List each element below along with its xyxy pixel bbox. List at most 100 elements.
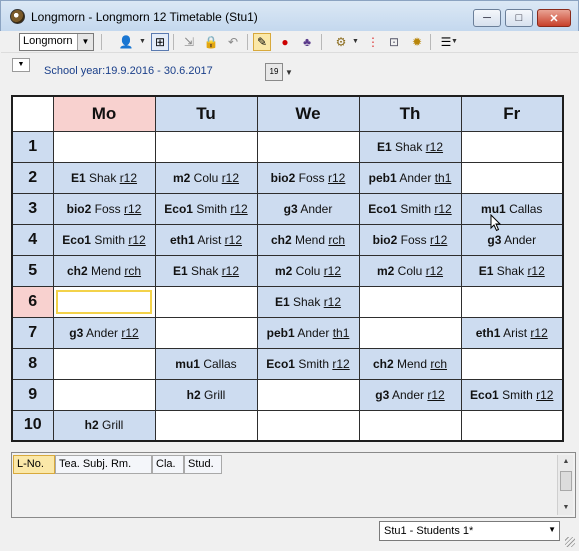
- gear-icon[interactable]: ⚙: [332, 33, 350, 51]
- chevron-down-icon[interactable]: ▼: [285, 68, 293, 77]
- lesson-cell[interactable]: E1 Shak r12: [358, 130, 462, 163]
- lesson-cell[interactable]: bio2 Foss r12: [256, 161, 360, 194]
- hour-header[interactable]: 3: [11, 192, 54, 225]
- maximize-button[interactable]: □: [505, 9, 533, 27]
- empty-cell[interactable]: [460, 285, 564, 318]
- empty-cell[interactable]: [154, 130, 258, 163]
- empty-cell[interactable]: [460, 347, 564, 380]
- lesson-cell[interactable]: eth1 Arist r12: [154, 223, 258, 256]
- collapse-toggle-icon[interactable]: ▼: [12, 58, 30, 72]
- lesson-cell[interactable]: E1 Shak r12: [154, 254, 258, 287]
- import-icon[interactable]: ⇲: [180, 33, 198, 51]
- empty-cell[interactable]: [52, 347, 156, 380]
- lock-icon[interactable]: 🔒: [202, 33, 220, 51]
- lesson-cell[interactable]: ch2 Mend rch: [52, 254, 156, 287]
- scroll-down-icon[interactable]: ▼: [559, 501, 573, 515]
- settings-icon[interactable]: ✹: [408, 33, 426, 51]
- chevron-down-icon[interactable]: ▼: [352, 38, 359, 45]
- hour-header[interactable]: 1: [11, 130, 54, 163]
- chevron-down-icon[interactable]: ▼: [77, 34, 93, 50]
- lesson-cell[interactable]: E1 Shak r12: [460, 254, 564, 287]
- resize-grip-icon[interactable]: [565, 537, 575, 547]
- lesson-cell[interactable]: g3 Ander r12: [52, 316, 156, 349]
- zoom-icon[interactable]: ⊡: [385, 33, 403, 51]
- hour-header[interactable]: 7: [11, 316, 54, 349]
- lesson-cell[interactable]: peb1 Ander th1: [256, 316, 360, 349]
- lesson-room: r12: [230, 201, 248, 216]
- empty-cell[interactable]: [154, 285, 258, 318]
- lesson-cell[interactable]: Eco1 Smith r12: [256, 347, 360, 380]
- person-icon[interactable]: 👤: [117, 33, 135, 51]
- empty-cell[interactable]: [256, 378, 360, 411]
- calendar-icon[interactable]: 19: [265, 63, 283, 81]
- empty-cell[interactable]: [460, 161, 564, 194]
- hour-header[interactable]: 6: [11, 285, 54, 318]
- scroll-up-icon[interactable]: ▲: [559, 455, 573, 469]
- column-students[interactable]: Stud.: [184, 455, 222, 474]
- timetable-cell-cursor[interactable]: [52, 285, 156, 318]
- hour-header[interactable]: 5: [11, 254, 54, 287]
- empty-cell[interactable]: [358, 285, 462, 318]
- lesson-cell[interactable]: bio2 Foss r12: [52, 192, 156, 225]
- lesson-cell[interactable]: Eco1 Smith r12: [52, 223, 156, 256]
- lesson-cell[interactable]: m2 Colu r12: [358, 254, 462, 287]
- hour-header[interactable]: 8: [11, 347, 54, 380]
- traffic-light-icon[interactable]: ⋮: [364, 33, 382, 51]
- day-header[interactable]: Mo: [52, 95, 156, 132]
- lesson-cell[interactable]: ch2 Mend rch: [358, 347, 462, 380]
- lesson-cell[interactable]: g3 Ander r12: [358, 378, 462, 411]
- lesson-cell[interactable]: bio2 Foss r12: [358, 223, 462, 256]
- column-class[interactable]: Cla.: [152, 455, 184, 474]
- hour-header[interactable]: 4: [11, 223, 54, 256]
- lesson-cell[interactable]: eth1 Arist r12: [460, 316, 564, 349]
- column-lesson-number[interactable]: L-No.: [13, 455, 55, 474]
- day-header[interactable]: We: [256, 95, 360, 132]
- lesson-cell[interactable]: mu1 Callas: [460, 192, 564, 225]
- pin-icon[interactable]: ●: [276, 33, 294, 51]
- lesson-cell[interactable]: g3 Ander: [256, 192, 360, 225]
- lesson-cell[interactable]: E1 Shak r12: [52, 161, 156, 194]
- empty-cell[interactable]: [460, 130, 564, 163]
- lesson-cell[interactable]: m2 Colu r12: [154, 161, 258, 194]
- hour-header[interactable]: 2: [11, 161, 54, 194]
- minimize-button[interactable]: ─: [473, 9, 501, 27]
- chevron-down-icon[interactable]: ▼: [548, 525, 556, 534]
- people-icon[interactable]: ♣: [298, 33, 316, 51]
- undo-icon[interactable]: ↶: [224, 33, 242, 51]
- empty-cell[interactable]: [256, 409, 360, 442]
- hour-header[interactable]: 9: [11, 378, 54, 411]
- lesson-cell[interactable]: mu1 Callas: [154, 347, 258, 380]
- close-button[interactable]: ✕: [537, 9, 571, 27]
- vertical-scrollbar[interactable]: ▲ ▼: [557, 455, 573, 515]
- paint-icon[interactable]: ✎: [253, 33, 271, 51]
- chevron-down-icon[interactable]: ▼: [451, 38, 458, 45]
- scroll-thumb[interactable]: [560, 471, 572, 491]
- day-header[interactable]: Th: [358, 95, 462, 132]
- lesson-cell[interactable]: h2 Grill: [154, 378, 258, 411]
- element-select[interactable]: Longmorn ▼: [19, 33, 94, 51]
- empty-cell[interactable]: [52, 378, 156, 411]
- lesson-cell[interactable]: peb1 Ander th1: [358, 161, 462, 194]
- empty-cell[interactable]: [460, 409, 564, 442]
- view-select[interactable]: Stu1 - Students 1* ▼: [379, 521, 560, 541]
- empty-cell[interactable]: [358, 316, 462, 349]
- lesson-cell[interactable]: g3 Ander: [460, 223, 564, 256]
- day-header[interactable]: Tu: [154, 95, 258, 132]
- grid-add-icon[interactable]: ⊞: [151, 33, 169, 51]
- lesson-cell[interactable]: E1 Shak r12: [256, 285, 360, 318]
- column-teacher-subject-room[interactable]: Tea. Subj. Rm.: [55, 455, 152, 474]
- day-header[interactable]: Fr: [460, 95, 564, 132]
- hour-header[interactable]: 10: [11, 409, 54, 442]
- empty-cell[interactable]: [52, 130, 156, 163]
- empty-cell[interactable]: [154, 316, 258, 349]
- empty-cell[interactable]: [256, 130, 360, 163]
- empty-cell[interactable]: [358, 409, 462, 442]
- chevron-down-icon[interactable]: ▼: [139, 38, 146, 45]
- lesson-cell[interactable]: m2 Colu r12: [256, 254, 360, 287]
- lesson-cell[interactable]: Eco1 Smith r12: [154, 192, 258, 225]
- lesson-cell[interactable]: Eco1 Smith r12: [358, 192, 462, 225]
- empty-cell[interactable]: [154, 409, 258, 442]
- lesson-cell[interactable]: ch2 Mend rch: [256, 223, 360, 256]
- lesson-cell[interactable]: h2 Grill: [52, 409, 156, 442]
- lesson-cell[interactable]: Eco1 Smith r12: [460, 378, 564, 411]
